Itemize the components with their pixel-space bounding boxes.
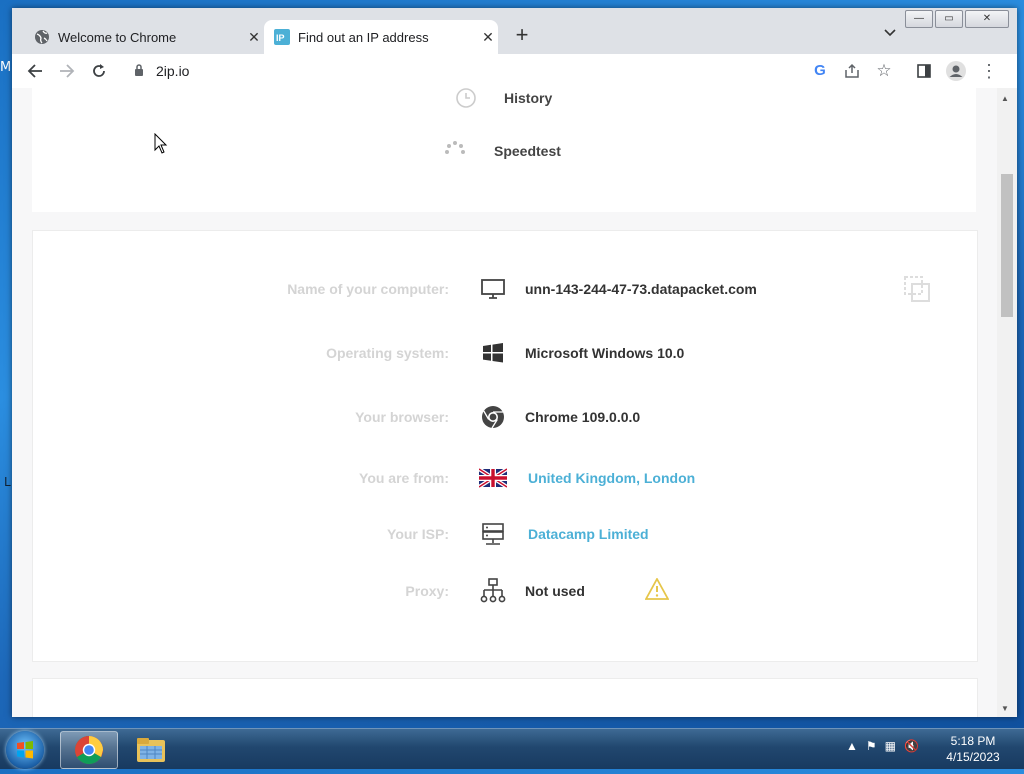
window-controls: — ▭ ✕ — [903, 10, 1009, 28]
mouse-cursor-icon — [154, 133, 168, 154]
volume-muted-icon[interactable]: 🔇 — [904, 739, 919, 753]
window-close-icon[interactable]: ✕ — [965, 10, 1009, 28]
url-text: 2ip.io — [156, 63, 190, 79]
row-label: Your ISP: — [387, 526, 449, 542]
desktop-edge-letter-2: L — [4, 475, 11, 489]
side-panel-icon[interactable] — [913, 60, 935, 82]
taskbar-chrome-button[interactable] — [60, 731, 118, 769]
row-label: Operating system: — [326, 345, 449, 361]
taskbar-explorer-button[interactable] — [122, 731, 178, 767]
address-bar[interactable]: 2ip.io — [122, 58, 852, 84]
browser-value: Chrome 109.0.0.0 — [525, 409, 641, 425]
chrome-window: Welcome to Chrome ✕ IP Find out an IP ad… — [12, 8, 1017, 717]
browser-toolbar: 2ip.io G ☆ ⋮ — [12, 54, 1017, 88]
network-icon[interactable]: ▦ — [885, 739, 896, 753]
spinner-icon — [445, 141, 465, 154]
bookmark-star-icon[interactable]: ☆ — [873, 60, 895, 82]
menu-item-history[interactable]: History — [454, 88, 552, 110]
profile-avatar-icon[interactable] — [945, 60, 967, 82]
action-center-flag-icon[interactable]: ⚑ — [866, 739, 877, 753]
clock-time: 5:18 PM — [950, 734, 996, 748]
vertical-scrollbar[interactable]: ▲ ▼ — [997, 88, 1017, 717]
os-value: Microsoft Windows 10.0 — [525, 345, 685, 361]
row-location: You are from: United Kingdom, London — [33, 458, 977, 498]
row-label: Proxy: — [405, 583, 449, 599]
tab-find-ip[interactable]: IP Find out an IP address ✕ — [264, 20, 498, 54]
page-content: History Speedtest Name of your computer: — [12, 88, 997, 717]
network-hierarchy-icon — [480, 578, 506, 603]
row-browser: Your browser: Chrome 109.0.0.0 — [33, 397, 977, 437]
location-link[interactable]: United Kingdom, London — [528, 470, 695, 486]
scroll-down-icon[interactable]: ▼ — [1001, 704, 1009, 713]
proxy-value: Not used — [525, 583, 585, 599]
windows-flag-icon — [17, 741, 33, 759]
nav-card: History Speedtest — [32, 88, 976, 212]
start-button[interactable] — [6, 731, 44, 769]
tab-title: Welcome to Chrome — [58, 29, 177, 45]
next-section-card — [32, 678, 978, 717]
google-lens-icon[interactable]: G — [809, 60, 831, 82]
ip-favicon: IP — [274, 29, 290, 45]
warning-icon[interactable] — [645, 578, 669, 600]
tab-search-icon[interactable] — [884, 26, 896, 40]
uk-flag-icon — [479, 467, 507, 489]
taskbar-clock[interactable]: 5:18 PM 4/15/2023 — [930, 733, 1016, 765]
scrollbar-thumb[interactable] — [1001, 174, 1013, 317]
back-icon[interactable] — [24, 60, 46, 82]
clock-icon — [456, 88, 476, 108]
menu-kebab-icon[interactable]: ⋮ — [978, 60, 1000, 82]
menu-item-label: Speedtest — [494, 143, 561, 159]
chrome-icon — [75, 736, 103, 764]
chrome-logo-icon — [482, 406, 504, 429]
monitor-icon — [481, 279, 505, 299]
close-tab-icon[interactable]: ✕ — [244, 29, 264, 46]
close-tab-icon[interactable]: ✕ — [478, 29, 498, 46]
windows-taskbar: ▲ ⚑ ▦ 🔇 5:18 PM 4/15/2023 — [0, 728, 1024, 769]
svg-text:IP: IP — [276, 33, 285, 43]
new-tab-icon[interactable]: + — [510, 22, 534, 48]
desktop-edge-letter: M — [0, 60, 12, 75]
globe-icon — [35, 30, 49, 44]
row-label: Your browser: — [355, 409, 449, 425]
clock-date: 4/15/2023 — [946, 750, 1000, 764]
share-icon[interactable] — [841, 60, 863, 82]
server-icon — [482, 523, 504, 545]
lock-icon — [135, 64, 143, 76]
tab-title: Find out an IP address — [298, 29, 429, 45]
windows-logo-icon — [483, 343, 503, 363]
ip-info-card: Name of your computer: unn-143-244-47-73… — [32, 230, 978, 662]
menu-item-speedtest[interactable]: Speedtest — [442, 138, 561, 164]
row-isp: Your ISP: Datacamp Limited — [33, 514, 977, 554]
maximize-icon[interactable]: ▭ — [935, 10, 963, 28]
row-label: You are from: — [359, 470, 449, 486]
system-tray: ▲ ⚑ ▦ 🔇 — [846, 739, 919, 753]
tab-welcome[interactable]: Welcome to Chrome ✕ — [24, 20, 264, 54]
row-computer-name: Name of your computer: unn-143-244-47-73… — [33, 269, 977, 309]
folder-icon — [137, 738, 165, 762]
row-label: Name of your computer: — [287, 281, 449, 297]
tab-strip: Welcome to Chrome ✕ IP Find out an IP ad… — [12, 8, 1017, 54]
isp-link[interactable]: Datacamp Limited — [528, 526, 649, 542]
computer-name-value: unn-143-244-47-73.datapacket.com — [525, 281, 757, 297]
row-operating-system: Operating system: Microsoft Windows 10.0 — [33, 333, 977, 373]
minimize-icon[interactable]: — — [905, 10, 933, 28]
menu-item-label: History — [504, 90, 553, 106]
scroll-up-icon[interactable]: ▲ — [1001, 94, 1009, 103]
forward-icon[interactable] — [56, 60, 78, 82]
row-proxy: Proxy: Not used — [33, 571, 977, 611]
show-hidden-icons-icon[interactable]: ▲ — [846, 739, 858, 753]
reload-icon[interactable] — [88, 60, 110, 82]
